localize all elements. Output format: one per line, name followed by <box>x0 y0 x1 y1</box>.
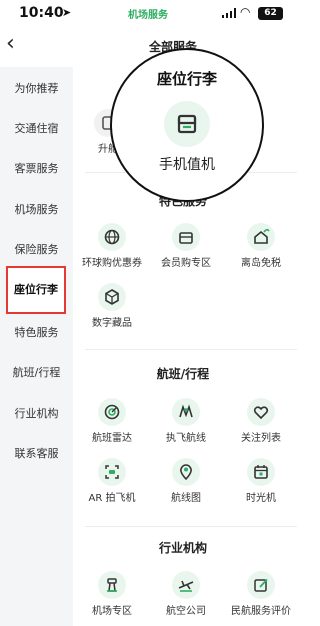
globe-icon <box>98 223 126 251</box>
tile-label: 航班雷达 <box>92 433 132 444</box>
tile-member-shop[interactable]: 会员购专区 <box>151 223 221 269</box>
sidebar-item-insurance[interactable]: 保险服务 <box>0 241 73 257</box>
tile-route-map[interactable]: 航线图 <box>151 458 221 504</box>
location-icon: ➤ <box>62 6 72 19</box>
tile-label: 民航服务评价 <box>231 606 291 617</box>
divider <box>85 349 297 350</box>
sidebar-item-recommend[interactable]: 为你推荐 <box>0 80 73 96</box>
edit-icon <box>247 571 275 599</box>
status-bar: 10:40 ➤ 机场服务 ◠ 62 <box>0 0 300 26</box>
shopping-icon <box>172 223 200 251</box>
radar-icon <box>98 398 126 426</box>
tile-label: 航线图 <box>171 493 201 504</box>
route-icon <box>172 398 200 426</box>
status-time: 10:40 <box>19 5 64 21</box>
wifi-icon: ◠ <box>240 5 251 19</box>
sidebar-item-airport[interactable]: 机场服务 <box>0 201 73 217</box>
tile-time-machine[interactable]: 时光机 <box>226 458 296 504</box>
plane-icon <box>172 571 200 599</box>
sidebar-item-contact[interactable]: 联系客服 <box>0 445 73 461</box>
section-title-flight: 航班/行程 <box>156 367 210 381</box>
battery-indicator: 62 <box>258 7 283 20</box>
tile-label: 数字藏品 <box>92 318 132 329</box>
tile-route[interactable]: 执飞航线 <box>151 398 221 444</box>
section-title-institution: 行业机构 <box>158 541 207 555</box>
magnifier-overlay: 座位行李 手机值机 <box>110 48 264 202</box>
tile-service-review[interactable]: 民航服务评价 <box>226 571 296 617</box>
tile-airport-zone[interactable]: 机场专区 <box>77 571 147 617</box>
tile-label: 执飞航线 <box>166 433 206 444</box>
tile-global-coupon[interactable]: 环球购优惠券 <box>77 223 147 269</box>
tile-label: 时光机 <box>246 493 276 504</box>
status-app-name: 机场服务 <box>128 10 168 21</box>
mobile-checkin-label[interactable]: 手机值机 <box>112 154 262 174</box>
heart-icon <box>247 398 275 426</box>
sidebar-item-institution[interactable]: 行业机构 <box>0 405 73 421</box>
tile-ar-plane[interactable]: AR 拍飞机 <box>77 458 147 504</box>
cube-icon <box>98 283 126 311</box>
sidebar-item-ticket[interactable]: 客票服务 <box>0 160 73 176</box>
sidebar-item-transport[interactable]: 交通住宿 <box>0 120 73 136</box>
back-button[interactable]: ‹ <box>6 33 28 57</box>
sidebar-item-flight[interactable]: 航班/行程 <box>0 364 73 380</box>
tower-icon <box>98 571 126 599</box>
tile-duty-free[interactable]: 离岛免税 <box>226 223 296 269</box>
tile-label: 关注列表 <box>241 433 281 444</box>
tile-label: 环球购优惠券 <box>82 258 142 269</box>
tile-label: 航空公司 <box>166 606 206 617</box>
island-icon <box>247 223 275 251</box>
ar-icon <box>98 458 126 486</box>
sidebar-item-seat-baggage[interactable]: 座位行李 <box>6 266 66 314</box>
tile-label: 离岛免税 <box>241 258 281 269</box>
seat-icon[interactable] <box>164 101 210 147</box>
divider <box>85 526 297 527</box>
tile-label: 会员购专区 <box>161 258 211 269</box>
tile-digital-collection[interactable]: 数字藏品 <box>77 283 147 329</box>
tile-label: 机场专区 <box>92 606 132 617</box>
sidebar: 为你推荐 交通住宿 客票服务 机场服务 保险服务 座位行李 特色服务 航班/行程… <box>0 67 73 626</box>
map-pin-icon <box>172 458 200 486</box>
magnified-section-title: 座位行李 <box>156 70 217 88</box>
calendar-icon <box>247 458 275 486</box>
tile-watchlist[interactable]: 关注列表 <box>226 398 296 444</box>
sidebar-item-special[interactable]: 特色服务 <box>0 324 73 340</box>
signal-icon <box>222 8 236 18</box>
tile-label: AR 拍飞机 <box>88 493 136 504</box>
tile-airline[interactable]: 航空公司 <box>151 571 221 617</box>
tile-flight-radar[interactable]: 航班雷达 <box>77 398 147 444</box>
